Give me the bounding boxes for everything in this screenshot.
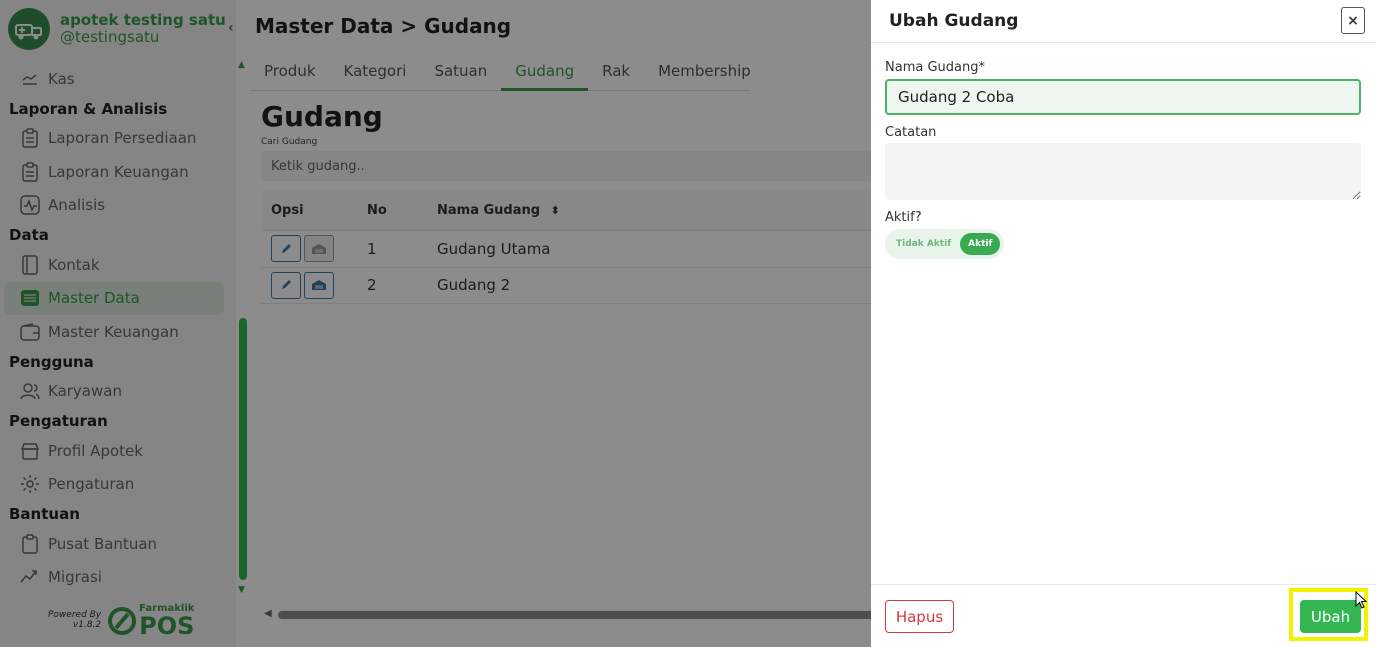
toggle-option-active[interactable]: Aktif — [960, 233, 1001, 255]
panel-header: Ubah Gudang — [871, 0, 1376, 43]
note-field[interactable] — [885, 143, 1361, 200]
delete-button[interactable]: Hapus — [885, 600, 954, 633]
close-button[interactable]: × — [1341, 7, 1365, 34]
note-field-label: Catatan — [885, 125, 937, 140]
name-field-label: Nama Gudang* — [885, 60, 985, 75]
active-toggle[interactable]: Tidak Aktif Aktif — [885, 229, 1004, 259]
panel-footer: Hapus Ubah — [871, 584, 1376, 647]
warehouse-name-field[interactable] — [885, 79, 1361, 115]
panel-title: Ubah Gudang — [889, 11, 1019, 31]
save-button[interactable]: Ubah — [1300, 600, 1361, 633]
edit-warehouse-panel: Ubah Gudang × Nama Gudang* Catatan Aktif… — [871, 0, 1376, 647]
active-field-label: Aktif? — [885, 210, 922, 225]
toggle-option-inactive[interactable]: Tidak Aktif — [896, 239, 951, 249]
close-icon: × — [1347, 12, 1359, 29]
mouse-cursor-icon — [1355, 591, 1367, 609]
